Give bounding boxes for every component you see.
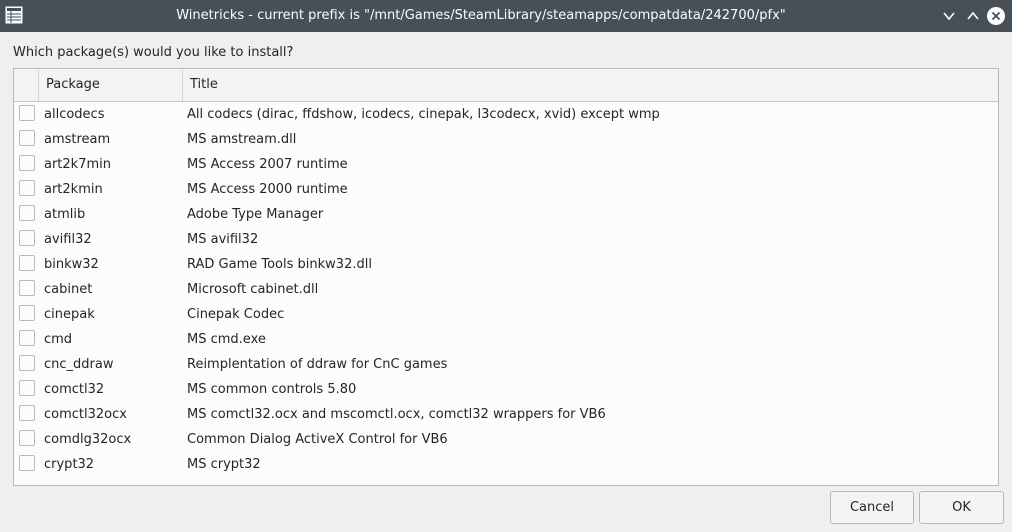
- package-checkbox[interactable]: [19, 230, 35, 246]
- header-package[interactable]: Package: [39, 69, 183, 101]
- package-name: cmd: [44, 332, 73, 347]
- package-name: comctl32: [44, 382, 105, 397]
- table-row[interactable]: cmd MS cmd.exe: [14, 327, 998, 352]
- table-body: allcodecs All codecs (dirac, ffdshow, ico…: [14, 102, 998, 477]
- table-header: Package Title: [14, 69, 998, 102]
- package-name: avifil32: [44, 232, 92, 247]
- package-checkbox[interactable]: [19, 355, 35, 371]
- package-checkbox[interactable]: [19, 405, 35, 421]
- close-circle[interactable]: [987, 7, 1005, 25]
- package-title: MS amstream.dll: [187, 132, 297, 147]
- package-title: Cinepak Codec: [187, 307, 285, 322]
- package-name: binkw32: [44, 257, 99, 272]
- package-name: atmlib: [44, 207, 86, 222]
- table-row[interactable]: comctl32 MS common controls 5.80: [14, 377, 998, 402]
- package-name: comdlg32ocx: [44, 432, 132, 447]
- table-row[interactable]: comdlg32ocx Common Dialog ActiveX Control…: [14, 427, 998, 452]
- package-title: MS avifil32: [187, 232, 259, 247]
- table-row[interactable]: binkw32 RAD Game Tools binkw32.dll: [14, 252, 998, 277]
- package-name: art2kmin: [44, 182, 103, 197]
- ok-button[interactable]: OK: [919, 491, 1004, 524]
- package-checkbox[interactable]: [19, 430, 35, 446]
- chevron-down-icon[interactable]: [939, 6, 959, 26]
- package-checkbox[interactable]: [19, 280, 35, 296]
- package-name: cinepak: [44, 307, 95, 322]
- package-title: Microsoft cabinet.dll: [187, 282, 319, 297]
- package-title: RAD Game Tools binkw32.dll: [187, 257, 372, 272]
- table-row[interactable]: allcodecs All codecs (dirac, ffdshow, ico…: [14, 102, 998, 127]
- package-title: MS common controls 5.80: [187, 382, 357, 397]
- cancel-button[interactable]: Cancel: [830, 491, 914, 524]
- window-title: Winetricks - current prefix is "/mnt/Gam…: [176, 8, 786, 23]
- package-checkbox[interactable]: [19, 130, 35, 146]
- package-title: Common Dialog ActiveX Control for VB6: [187, 432, 448, 447]
- package-name: allcodecs: [44, 107, 105, 122]
- package-name: cnc_ddraw: [44, 357, 114, 372]
- package-title: All codecs (dirac, ffdshow, icodecs, cin…: [187, 107, 660, 122]
- package-checkbox[interactable]: [19, 105, 35, 121]
- package-title: Reimplentation of ddraw for CnC games: [187, 357, 448, 372]
- package-name: amstream: [44, 132, 111, 147]
- table-row[interactable]: cnc_ddraw Reimplentation of ddraw for CnC…: [14, 352, 998, 377]
- package-checkbox[interactable]: [19, 380, 35, 396]
- package-name: cabinet: [44, 282, 93, 297]
- table-row[interactable]: amstream MS amstream.dll: [14, 127, 998, 152]
- package-name: comctl32ocx: [44, 407, 127, 422]
- package-name: crypt32: [44, 457, 95, 472]
- table-row[interactable]: crypt32 MS crypt32: [14, 452, 998, 477]
- package-title: Adobe Type Manager: [187, 207, 324, 222]
- table-row[interactable]: cinepak Cinepak Codec: [14, 302, 998, 327]
- header-checkbox-column[interactable]: [14, 69, 39, 101]
- package-checkbox[interactable]: [19, 305, 35, 321]
- package-title: MS Access 2000 runtime: [187, 182, 348, 197]
- package-checkbox[interactable]: [19, 455, 35, 471]
- window-titlebar[interactable]: Winetricks - current prefix is "/mnt/Gam…: [0, 0, 1012, 32]
- package-title: MS comctl32.ocx and mscomctl.ocx, comctl…: [187, 407, 606, 422]
- header-title[interactable]: Title: [183, 69, 998, 101]
- package-title: MS Access 2007 runtime: [187, 157, 348, 172]
- table-row[interactable]: cabinet Microsoft cabinet.dll: [14, 277, 998, 302]
- package-title: MS cmd.exe: [187, 332, 266, 347]
- table-row[interactable]: art2kmin MS Access 2000 runtime: [14, 177, 998, 202]
- package-checkbox[interactable]: [19, 180, 35, 196]
- table-row[interactable]: comctl32ocx MS comctl32.ocx and mscomctl.…: [14, 402, 998, 427]
- table-row[interactable]: atmlib Adobe Type Manager: [14, 202, 998, 227]
- package-checkbox[interactable]: [19, 330, 35, 346]
- package-table[interactable]: Package Title allcodecs All codecs (dirac…: [13, 68, 999, 486]
- chevron-up-icon[interactable]: [963, 6, 983, 26]
- package-checkbox[interactable]: [19, 155, 35, 171]
- package-checkbox[interactable]: [19, 205, 35, 221]
- close-icon[interactable]: [986, 6, 1006, 26]
- table-row[interactable]: art2k7min MS Access 2007 runtime: [14, 152, 998, 177]
- package-title: MS crypt32: [187, 457, 261, 472]
- package-checkbox[interactable]: [19, 255, 35, 271]
- install-prompt: Which package(s) would you like to insta…: [13, 45, 294, 60]
- table-row[interactable]: avifil32 MS avifil32: [14, 227, 998, 252]
- list-icon[interactable]: [5, 6, 23, 24]
- package-name: art2k7min: [44, 157, 111, 172]
